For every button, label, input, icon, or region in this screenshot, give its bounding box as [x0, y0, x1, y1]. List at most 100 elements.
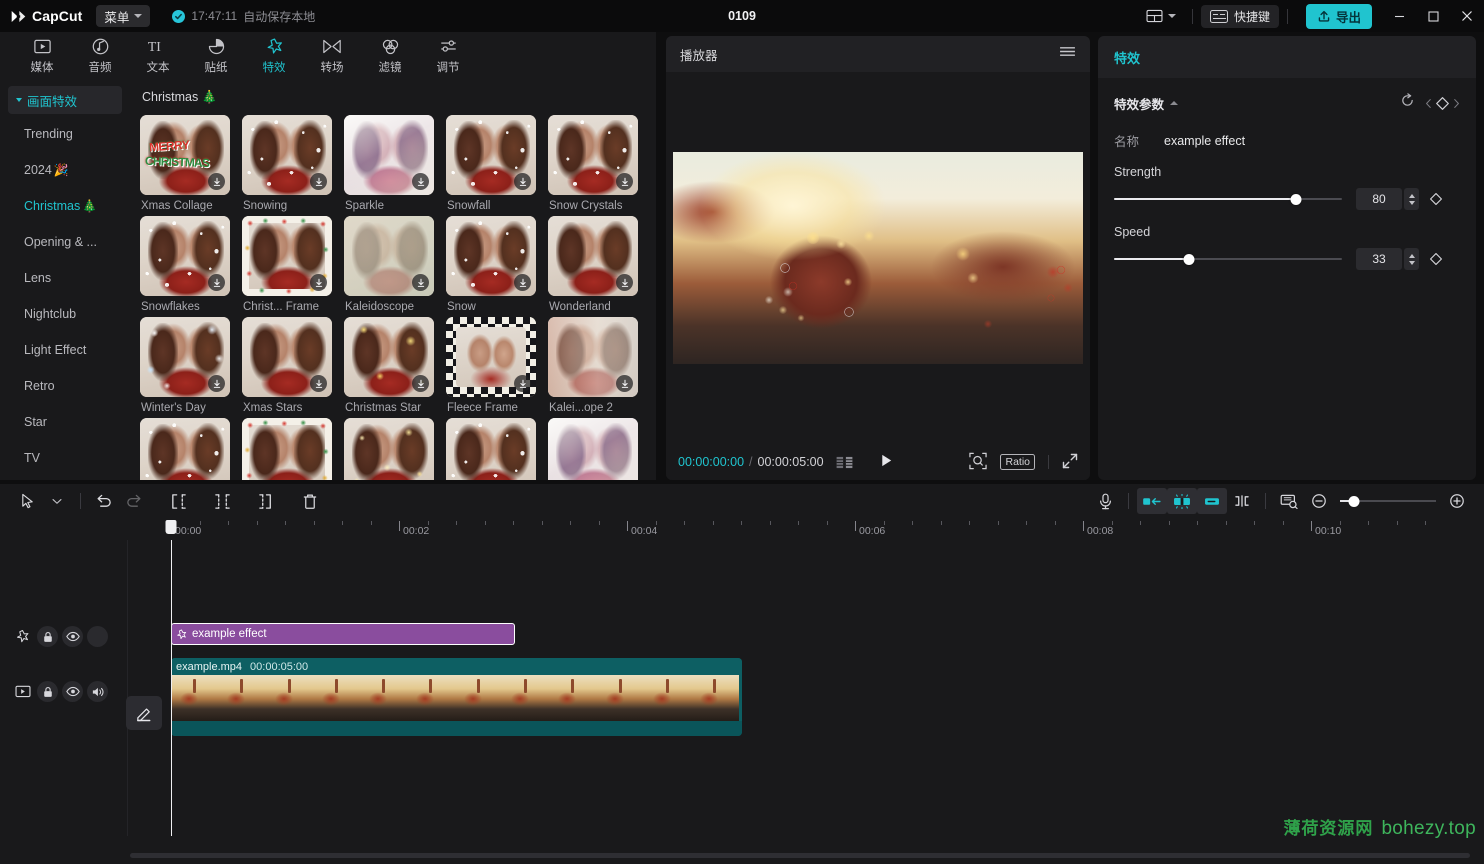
preview-stage[interactable]	[666, 72, 1090, 444]
effect-card[interactable]: MERRY CHRISTMAS Xmas Collage	[140, 115, 236, 212]
download-icon[interactable]	[616, 274, 633, 291]
effect-card[interactable]: Christ... Frame	[242, 216, 338, 313]
redo-icon[interactable]	[119, 488, 149, 514]
speed-stepper[interactable]	[1404, 248, 1419, 270]
export-button[interactable]: 导出	[1305, 3, 1372, 29]
sidebar-item-opening[interactable]: Opening & ...	[0, 224, 130, 260]
split-right-icon[interactable]	[251, 488, 281, 514]
blank-icon[interactable]	[87, 626, 108, 647]
video-clip[interactable]: example.mp4 00:00:05:00	[171, 658, 742, 736]
effect-card[interactable]	[140, 418, 236, 480]
select-tool-icon[interactable]	[12, 488, 42, 514]
effect-card[interactable]: Fleece Frame	[446, 317, 542, 414]
tab-filter[interactable]: 滤镜	[362, 34, 418, 78]
effect-card[interactable]: Christmas Star	[344, 317, 440, 414]
zoom-knob[interactable]	[1348, 495, 1360, 507]
speed-value-input[interactable]: 33	[1356, 248, 1402, 270]
download-icon[interactable]	[208, 274, 225, 291]
speed-keyframe-button[interactable]	[1429, 252, 1443, 266]
eye-icon[interactable]	[62, 626, 83, 647]
timeline-ruler[interactable]: 00:00 00:02 00:04 00:06 00:08 00:10	[0, 518, 1484, 540]
download-icon[interactable]	[412, 274, 429, 291]
play-button[interactable]	[879, 453, 894, 471]
tab-text[interactable]: TI 文本	[130, 34, 186, 78]
download-icon[interactable]	[412, 375, 429, 392]
sidebar-item-christmas[interactable]: Christmas 🎄	[0, 188, 130, 224]
snapshot-icon[interactable]	[1274, 488, 1304, 514]
speed-slider[interactable]	[1114, 252, 1342, 266]
params-section-header[interactable]: 特效参数	[1114, 92, 1460, 114]
effect-card[interactable]: Snowfall	[446, 115, 542, 212]
split-icon[interactable]	[207, 488, 237, 514]
tool-dropdown-icon[interactable]	[42, 488, 72, 514]
cut-marker-icon[interactable]	[1227, 488, 1257, 514]
effect-card[interactable]: Snowflakes	[140, 216, 236, 313]
effect-card[interactable]: Kalei...ope 2	[548, 317, 644, 414]
maximize-button[interactable]	[1416, 0, 1450, 32]
effect-card[interactable]	[242, 418, 338, 480]
effect-card[interactable]: Wonderland	[548, 216, 644, 313]
slider-knob[interactable]	[1183, 253, 1195, 265]
download-icon[interactable]	[616, 173, 633, 190]
shortcuts-button[interactable]: 快捷键	[1200, 4, 1279, 28]
strength-value-input[interactable]: 80	[1356, 188, 1402, 210]
minimize-button[interactable]	[1382, 0, 1416, 32]
lock-icon[interactable]	[37, 681, 58, 702]
edit-pencil-button[interactable]	[126, 696, 162, 730]
delete-icon[interactable]	[295, 488, 325, 514]
tab-adjust[interactable]: 调节	[420, 34, 476, 78]
auto-fit-icon[interactable]	[1167, 488, 1197, 514]
lock-icon[interactable]	[37, 626, 58, 647]
download-icon[interactable]	[514, 375, 531, 392]
effect-card[interactable]	[548, 418, 644, 480]
effect-card[interactable]	[344, 418, 440, 480]
sidebar-item-light-effect[interactable]: Light Effect	[0, 332, 130, 368]
undo-icon[interactable]	[89, 488, 119, 514]
zoom-out-icon[interactable]	[1304, 488, 1334, 514]
tab-media[interactable]: 媒体	[14, 34, 70, 78]
sidebar-item-retro[interactable]: Retro	[0, 368, 130, 404]
sidebar-item-star[interactable]: Star	[0, 404, 130, 440]
playhead-handle[interactable]	[165, 520, 177, 534]
download-icon[interactable]	[310, 274, 327, 291]
download-icon[interactable]	[310, 375, 327, 392]
effect-card[interactable]: Snow	[446, 216, 542, 313]
effect-card[interactable]: Sparkle	[344, 115, 440, 212]
magnifier-icon[interactable]	[969, 452, 988, 473]
effect-card[interactable]: Winter's Day	[140, 317, 236, 414]
layout-button[interactable]	[1138, 4, 1184, 28]
download-icon[interactable]	[514, 274, 531, 291]
effect-card[interactable]: Snow Crystals	[548, 115, 644, 212]
reset-icon[interactable]	[1400, 93, 1415, 113]
effect-card[interactable]: Kaleidoscope	[344, 216, 440, 313]
mirror-right-icon[interactable]	[1197, 488, 1227, 514]
effect-card[interactable]	[446, 418, 542, 480]
tab-effects[interactable]: 特效	[246, 34, 302, 78]
volume-icon[interactable]	[87, 681, 108, 702]
tab-transition[interactable]: 转场	[304, 34, 360, 78]
strength-stepper[interactable]	[1404, 188, 1419, 210]
sidebar-item-trending[interactable]: Trending	[0, 116, 130, 152]
microphone-icon[interactable]	[1090, 488, 1120, 514]
strength-keyframe-button[interactable]	[1429, 192, 1443, 206]
keyframe-nav[interactable]	[1425, 96, 1460, 111]
strength-slider[interactable]	[1114, 192, 1342, 206]
hamburger-icon[interactable]	[1059, 45, 1076, 63]
download-icon[interactable]	[208, 375, 225, 392]
tab-audio[interactable]: 音频	[72, 34, 128, 78]
sidebar-item-lens[interactable]: Lens	[0, 260, 130, 296]
timeline-horizontal-scrollbar[interactable]	[130, 853, 1470, 858]
sidebar-item-tv[interactable]: TV	[0, 440, 130, 476]
effect-clip[interactable]: example effect	[171, 623, 515, 645]
effect-card[interactable]: Snowing	[242, 115, 338, 212]
sidebar-item-nightclub[interactable]: Nightclub	[0, 296, 130, 332]
frames-icon[interactable]	[836, 456, 853, 469]
tab-sticker[interactable]: 贴纸	[188, 34, 244, 78]
split-left-icon[interactable]	[163, 488, 193, 514]
ratio-button[interactable]: Ratio	[1000, 454, 1035, 470]
category-group-header[interactable]: 画面特效	[8, 86, 122, 114]
mirror-left-icon[interactable]	[1137, 488, 1167, 514]
menu-button[interactable]: 菜单	[96, 5, 151, 27]
download-icon[interactable]	[514, 173, 531, 190]
download-icon[interactable]	[412, 173, 429, 190]
